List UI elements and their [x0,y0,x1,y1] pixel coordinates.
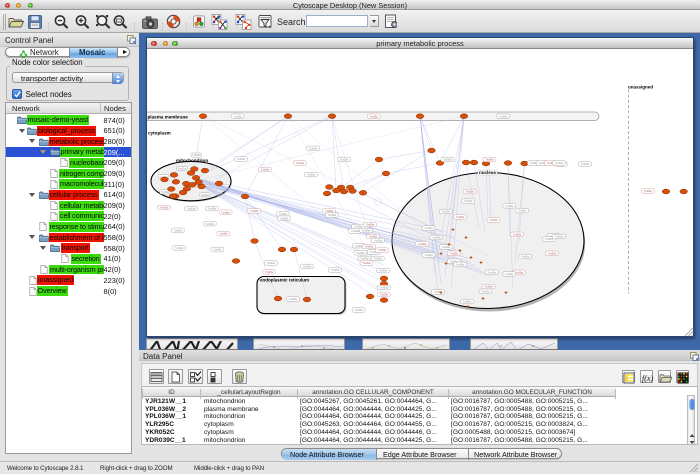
svg-text:Yxx00w: Yxx00w [280,217,289,220]
svg-text:Yxx00w: Yxx00w [289,298,298,301]
svg-text:Yxx00w: Yxx00w [175,247,184,250]
svg-text:Yxx00w: Yxx00w [233,115,242,118]
svg-text:Yxx00w: Yxx00w [644,190,653,193]
svg-text:Yxx00w: Yxx00w [174,229,183,232]
svg-text:Yxx00w: Yxx00w [250,210,259,213]
svg-text:Yxx00w: Yxx00w [328,214,337,217]
svg-text:Yxx00w: Yxx00w [219,232,228,235]
svg-text:Yxx00w: Yxx00w [485,158,494,161]
svg-text:Yxx00w: Yxx00w [489,219,498,222]
svg-text:Yxx00w: Yxx00w [192,154,201,157]
svg-text:nucleus: nucleus [479,170,497,175]
svg-text:Yxx00w: Yxx00w [418,242,427,245]
svg-text:Yxx00w: Yxx00w [581,163,590,166]
svg-text:Yxx00w: Yxx00w [545,238,554,241]
svg-text:Yxx00w: Yxx00w [456,263,465,266]
svg-text:Yxx00w: Yxx00w [237,158,246,161]
svg-text:Yxx00w: Yxx00w [505,273,514,276]
svg-text:Yxx00w: Yxx00w [443,158,452,161]
svg-text:Yxx00w: Yxx00w [513,233,522,236]
svg-text:Yxx00w: Yxx00w [463,300,472,303]
svg-text:cytoplasm: cytoplasm [148,130,171,135]
svg-text:Yxx00w: Yxx00w [464,200,473,203]
svg-text:Yxx00w: Yxx00w [340,158,349,161]
svg-text:Yxx00w: Yxx00w [379,269,388,272]
svg-text:Yxx00w: Yxx00w [488,271,497,274]
svg-text:Yxx00w: Yxx00w [374,239,383,242]
svg-text:Yxx00w: Yxx00w [356,251,365,254]
svg-text:Yxx00w: Yxx00w [161,191,170,194]
svg-text:f(x): f(x) [642,374,653,383]
svg-text:Yxx00w: Yxx00w [555,235,564,238]
svg-text:Yxx00w: Yxx00w [442,246,451,249]
svg-text:Yxx00w: Yxx00w [456,216,465,219]
svg-text:Yxx00w: Yxx00w [465,190,474,193]
svg-text:Yxx00w: Yxx00w [380,293,389,296]
svg-text:unassigned: unassigned [628,84,653,89]
svg-text:Yxx00w: Yxx00w [370,115,379,118]
svg-text:Yxx00w: Yxx00w [303,265,312,268]
svg-text:plasma membrane: plasma membrane [148,114,189,119]
svg-text:Yxx00w: Yxx00w [424,227,433,230]
svg-text:Yxx00w: Yxx00w [279,212,288,215]
svg-text:mitochondrion: mitochondrion [176,158,208,163]
svg-text:Yxx00w: Yxx00w [484,285,493,288]
svg-text:Yxx00w: Yxx00w [362,229,371,232]
svg-text:Yxx00w: Yxx00w [450,252,459,255]
svg-text:endoplasmic reticulum: endoplasmic reticulum [260,277,309,282]
svg-text:Yxx00w: Yxx00w [309,147,318,150]
svg-text:Yxx00w: Yxx00w [442,210,451,213]
svg-text:Yxx00w: Yxx00w [201,193,210,196]
svg-text:Yxx00w: Yxx00w [432,236,441,239]
svg-text:Yxx00w: Yxx00w [160,206,169,209]
svg-text:Yxx00w: Yxx00w [521,255,530,258]
svg-text:Yxx00w: Yxx00w [187,207,196,210]
svg-text:Yxx00w: Yxx00w [366,223,375,226]
svg-text:Yxx00w: Yxx00w [499,115,508,118]
svg-text:Yxx00w: Yxx00w [351,230,360,233]
svg-text:Yxx00w: Yxx00w [178,167,187,170]
svg-text:Yxx00w: Yxx00w [267,262,276,265]
svg-text:Yxx00w: Yxx00w [206,222,215,225]
svg-text:Yxx00w: Yxx00w [221,211,230,214]
svg-text:Yxx00w: Yxx00w [355,244,364,247]
svg-text:Yxx00w: Yxx00w [481,290,490,293]
svg-text:Yxx00w: Yxx00w [518,209,527,212]
svg-text:Yxx00w: Yxx00w [307,173,316,176]
svg-text:Yxx00w: Yxx00w [378,249,387,252]
svg-text:Yxx00w: Yxx00w [261,168,270,171]
svg-text:Yxx00w: Yxx00w [265,270,274,273]
svg-text:Yxx00w: Yxx00w [208,207,217,210]
svg-text:Yxx00w: Yxx00w [365,245,374,248]
svg-text:Yxx00w: Yxx00w [362,262,371,265]
svg-text:Yxx00w: Yxx00w [424,254,433,257]
svg-text:Yxx00w: Yxx00w [331,269,340,272]
svg-text:Yxx00w: Yxx00w [296,162,305,165]
svg-text:Yxx00w: Yxx00w [354,309,363,312]
svg-text:Yxx00w: Yxx00w [555,162,564,165]
svg-text:Yxx00w: Yxx00w [380,286,389,289]
svg-text:Yxx00w: Yxx00w [374,257,383,260]
svg-text:Yxx00w: Yxx00w [548,252,557,255]
svg-text:Yxx00w: Yxx00w [213,248,222,251]
svg-text:Yxx00w: Yxx00w [505,204,514,207]
svg-text:Yxx00w: Yxx00w [360,257,369,260]
